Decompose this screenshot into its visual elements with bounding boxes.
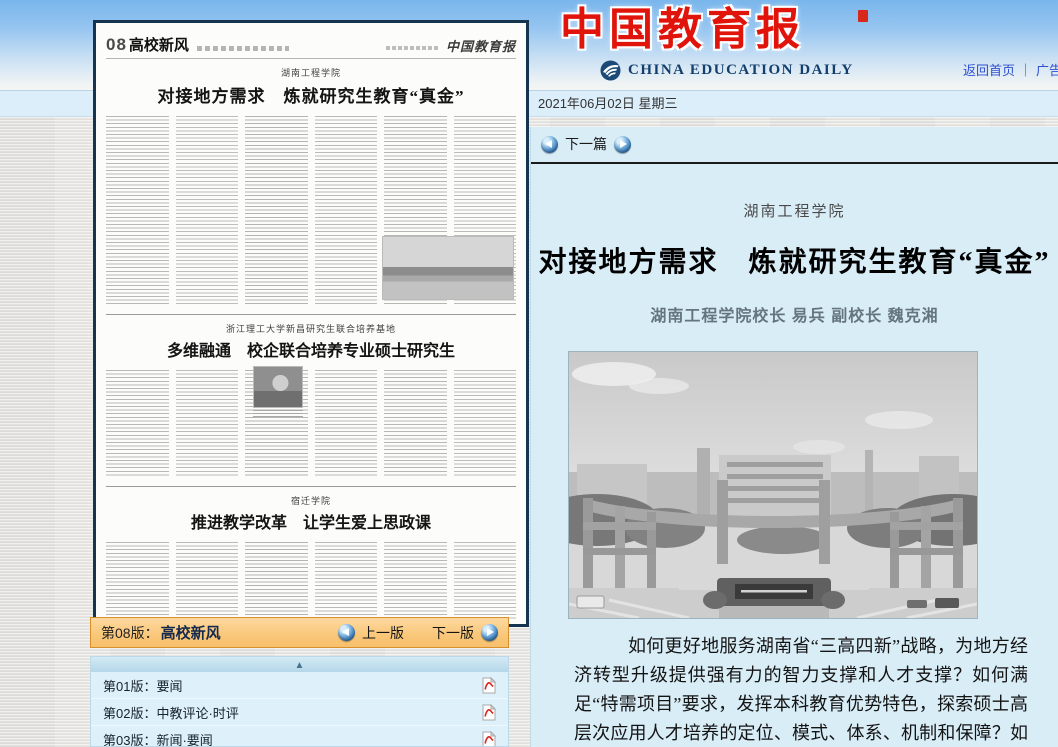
home-link[interactable]: 返回首页: [963, 63, 1015, 78]
article-divider: [531, 162, 1058, 164]
newspaper-page-preview[interactable]: 08 高校新风 中国教育报 湖南工程学院 对接地方需求 炼就研究生教育“真金”: [93, 20, 529, 627]
text-column: [245, 542, 308, 620]
link-separator: ｜: [1015, 63, 1036, 78]
text-column: [384, 370, 447, 476]
prev-page-link[interactable]: 上一版: [362, 623, 404, 643]
article-photo-campus-gate: [568, 351, 978, 619]
prev-article-icon[interactable]: [541, 136, 558, 153]
text-column: [176, 542, 239, 620]
page-list-item-label: 第01版：要闻: [103, 676, 182, 695]
article-nav: 下一篇: [531, 127, 1058, 159]
text-column: [454, 542, 517, 620]
article-body: 如何更好地服务湖南省“三高四新”战略，为地方经济转型升级提供强有力的智力支撑和人…: [574, 632, 1028, 747]
newspaper-article-3-title[interactable]: 推进教学改革 让学生爱上思政课: [106, 509, 516, 533]
text-column: [454, 370, 517, 476]
newspaper-page-header: 08 高校新风 中国教育报: [106, 31, 516, 59]
pdf-icon[interactable]: [482, 731, 496, 747]
newspaper-page-number: 08: [106, 35, 127, 55]
page: 中国教育报 CHINA EDUCATION DAILY 返回首页｜广告刊 202…: [0, 0, 1058, 747]
article-panel: 下一篇 湖南工程学院 对接地方需求 炼就研究生教育“真金” 湖南工程学院校长 易…: [530, 127, 1058, 747]
ads-link[interactable]: 广告刊: [1036, 63, 1058, 78]
text-column: [315, 542, 378, 620]
newspaper-campus-photo: [382, 236, 514, 300]
section-divider: [106, 314, 516, 315]
article-byline: 湖南工程学院校长 易兵 副校长 魏克湘: [531, 302, 1058, 326]
text-column: [106, 542, 169, 620]
section-divider: [106, 486, 516, 487]
article-title: 对接地方需求 炼就研究生教育“真金”: [531, 240, 1058, 280]
page-list-item-3[interactable]: 第03版：新闻·要闻: [91, 726, 508, 747]
next-article-link[interactable]: 下一篇: [565, 134, 607, 154]
top-links: 返回首页｜广告刊: [963, 60, 1058, 79]
current-date: 2021年06月02日 星期三: [538, 91, 677, 117]
text-column: [106, 370, 169, 476]
newspaper-photo-caption: [253, 410, 303, 418]
newspaper-article-2-kicker: 浙江理工大学新昌研究生联合培养基地: [106, 322, 516, 335]
page-list-panel: ▲ 第01版：要闻 第02版：中教评论·时评 第03版：新闻·要闻: [90, 656, 509, 747]
newspaper-article-2[interactable]: 浙江理工大学新昌研究生联合培养基地 多维融通 校企联合培养专业硕士研究生: [106, 322, 516, 476]
page-list-collapse[interactable]: ▲: [91, 657, 508, 672]
newspaper-article-3-kicker: 宿迁学院: [106, 494, 516, 507]
logo-seal-icon: [858, 10, 868, 22]
page-list-item-label: 第02版：中教评论·时评: [103, 703, 239, 722]
site-logo[interactable]: 中国教育报 CHINA EDUCATION DAILY: [560, 4, 854, 81]
next-page-icon[interactable]: [481, 624, 498, 641]
newspaper-header-meta: [197, 46, 289, 51]
prev-page-icon[interactable]: [338, 624, 355, 641]
newspaper-article-3-columns: [106, 542, 516, 620]
newspaper-article-3[interactable]: 宿迁学院 推进教学改革 让学生爱上思政课: [106, 494, 516, 620]
page-list-item-1[interactable]: 第01版：要闻: [91, 672, 508, 699]
newspaper-section-name: 高校新风: [129, 34, 189, 55]
pdf-icon[interactable]: [482, 704, 496, 721]
site-logo-english: CHINA EDUCATION DAILY: [628, 62, 854, 79]
page-nav-bar: 第08版： 高校新风 上一版 下一版: [90, 617, 509, 648]
site-logo-chinese: 中国教育报: [560, 4, 854, 56]
text-column: [176, 370, 239, 476]
newspaper-masthead: 中国教育报: [446, 36, 516, 55]
newspaper-article-2-title[interactable]: 多维融通 校企联合培养专业硕士研究生: [106, 337, 516, 361]
logo-emblem-icon: [600, 60, 621, 81]
next-page-link[interactable]: 下一版: [432, 623, 474, 643]
pdf-icon[interactable]: [482, 677, 496, 694]
article-kicker: 湖南工程学院: [531, 200, 1058, 221]
newspaper-article-1[interactable]: 湖南工程学院 对接地方需求 炼就研究生教育“真金”: [106, 66, 516, 304]
newspaper-article-1-kicker: 湖南工程学院: [106, 66, 516, 79]
text-column: [315, 116, 378, 304]
text-column: [245, 116, 308, 304]
page-list-item-label: 第03版：新闻·要闻: [103, 730, 213, 747]
next-article-icon[interactable]: [614, 136, 631, 153]
text-column: [315, 370, 378, 476]
text-column: [176, 116, 239, 304]
current-page-label: 第08版：: [101, 623, 159, 643]
current-section-label: 高校新风: [161, 622, 221, 643]
collapse-triangle-icon: ▲: [295, 660, 305, 671]
newspaper-article-1-title[interactable]: 对接地方需求 炼就研究生教育“真金”: [106, 82, 516, 107]
newspaper-article-2-columns: [106, 370, 516, 476]
text-column: [384, 542, 447, 620]
page-list-item-2[interactable]: 第02版：中教评论·时评: [91, 699, 508, 726]
text-column: [106, 116, 169, 304]
newspaper-header-date: [386, 46, 438, 50]
newspaper-workshop-photo: [253, 366, 303, 408]
